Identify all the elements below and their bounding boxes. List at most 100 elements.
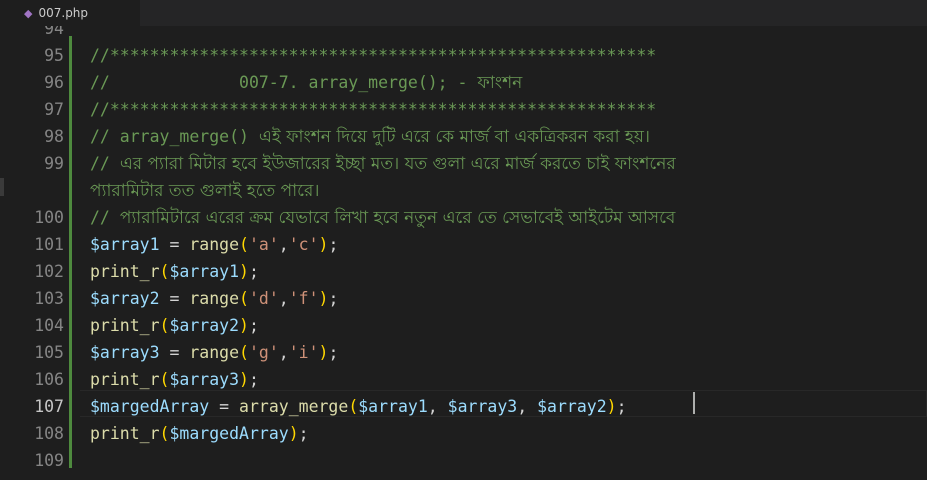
code-token: print_r	[90, 424, 160, 443]
code-line[interactable]: 103 $array2 = range('d','f');	[0, 285, 927, 312]
code-line[interactable]: 98 // array_merge() এই ফাংশন দিয়ে দুটি এ…	[0, 123, 927, 150]
code-token: range	[189, 235, 240, 254]
line-number: 95	[44, 46, 64, 65]
code-token: ;	[616, 397, 627, 416]
code-text: $array1 = range('a','c');	[90, 231, 338, 258]
code-line[interactable]: প্যারামিটার তত গুলাই হতে পারে।	[0, 177, 927, 204]
code-token: =	[209, 397, 240, 416]
code-line[interactable]: 110	[0, 474, 927, 480]
code-token: =	[159, 235, 190, 254]
code-token: range	[189, 343, 240, 362]
code-token: $array1	[90, 235, 160, 254]
code-token: $array3	[90, 343, 160, 362]
code-line[interactable]: 101 $array1 = range('a','c');	[0, 231, 927, 258]
code-token: 'g'	[248, 343, 279, 362]
code-line[interactable]: 96 // 007-7. array_merge(); - ফাংশন	[0, 69, 927, 96]
code-line[interactable]: 102 print_r($array1);	[0, 258, 927, 285]
code-token: ,	[278, 235, 289, 254]
line-number: 101	[34, 235, 64, 254]
tab-title: 007.php	[38, 6, 89, 20]
line-number: 108	[34, 424, 64, 443]
code-token: ;	[328, 289, 339, 308]
code-token: ;	[328, 235, 339, 254]
code-token: 'a'	[248, 235, 279, 254]
code-token: // 007-7. array_merge(); -	[90, 73, 478, 92]
line-number: 103	[34, 289, 64, 308]
line-number: 98	[44, 127, 64, 146]
code-token: =	[159, 289, 190, 308]
code-token: ;	[248, 262, 259, 281]
code-token: (	[159, 316, 170, 335]
code-token: print_r	[90, 370, 160, 389]
code-text: print_r($array3);	[90, 366, 259, 393]
code-token: )	[318, 289, 329, 308]
code-token: ,	[427, 397, 448, 416]
code-token: print_r	[90, 316, 160, 335]
code-line[interactable]: 104 print_r($array2);	[0, 312, 927, 339]
code-token: ,	[517, 397, 538, 416]
code-token: $array2	[537, 397, 607, 416]
code-token: $array3	[169, 370, 240, 389]
line-number: 105	[34, 343, 64, 362]
code-token: প্যারামিটার তত গুলাই হতে পারে।	[90, 181, 320, 201]
code-token: $array2	[90, 289, 160, 308]
code-line[interactable]: 106 print_r($array3);	[0, 366, 927, 393]
code-text: $margedArray = array_merge($array1, $arr…	[90, 393, 627, 420]
code-token: range	[189, 289, 240, 308]
code-token: print_r	[90, 262, 160, 281]
code-token: =	[159, 343, 190, 362]
line-number: 94	[44, 26, 64, 38]
code-token: 'c'	[288, 235, 319, 254]
code-token: )	[318, 235, 329, 254]
code-token: এর প্যারা মিটার হবে ইউজারের ইচ্ছা মত। যত…	[119, 154, 676, 174]
code-token: $margedArray	[169, 424, 289, 443]
code-token: $array1	[169, 262, 240, 281]
code-token: 'f'	[288, 289, 319, 308]
line-number: 107	[34, 397, 64, 416]
code-token: এই ফাংশন দিয়ে দুটি এরে কে মার্জ বা একত্…	[258, 127, 650, 147]
code-token: array_merge	[239, 397, 349, 416]
code-token: ফাংশন	[477, 73, 523, 93]
code-token: )	[318, 343, 329, 362]
code-token: ;	[248, 316, 259, 335]
code-text: // এর প্যারা মিটার হবে ইউজারের ইচ্ছা মত।…	[90, 150, 676, 178]
code-token: (	[159, 262, 170, 281]
code-token: )	[288, 424, 299, 443]
code-text: $array2 = range('d','f');	[90, 285, 338, 312]
code-token: (	[348, 397, 359, 416]
line-number: 96	[44, 73, 64, 92]
code-token: 'd'	[248, 289, 279, 308]
code-line[interactable]: 109	[0, 447, 927, 474]
line-number: 97	[44, 100, 64, 119]
code-token: ,	[278, 289, 289, 308]
code-token: //**************************************…	[90, 46, 657, 65]
code-token: )	[239, 316, 249, 335]
code-token: ;	[328, 343, 339, 362]
code-line[interactable]: 99 // এর প্যারা মিটার হবে ইউজারের ইচ্ছা ম…	[0, 150, 927, 177]
code-token: ;	[298, 424, 309, 443]
code-line[interactable]: 105 $array3 = range('g','i');	[0, 339, 927, 366]
code-token: )	[239, 370, 249, 389]
code-token: )	[239, 262, 249, 281]
php-elephant-icon: ◆	[24, 6, 33, 20]
line-number: 104	[34, 316, 64, 335]
code-line[interactable]: 95 //************************************…	[0, 42, 927, 69]
code-line[interactable]: 107 $margedArray = array_merge($array1, $…	[0, 393, 927, 420]
line-number: 100	[34, 208, 64, 227]
code-text: print_r($margedArray);	[90, 420, 309, 447]
code-line[interactable]: 100 // প্যারামিটারে এরের ক্রম যেভাবে লিখা…	[0, 204, 927, 231]
code-token: ;	[248, 370, 259, 389]
tab-bar: ◆ 007.php	[0, 0, 927, 26]
line-number: 106	[34, 370, 64, 389]
code-line[interactable]: 97 //************************************…	[0, 96, 927, 123]
code-line[interactable]: 94	[0, 26, 927, 42]
code-token: ,	[278, 343, 289, 362]
line-number: 110	[0, 474, 64, 480]
code-text: //**************************************…	[90, 96, 656, 123]
tab-007-php[interactable]: ◆ 007.php	[0, 0, 140, 26]
code-line[interactable]: 108 print_r($margedArray);	[0, 420, 927, 447]
code-token: // array_merge()	[90, 127, 259, 146]
line-number: 99	[44, 154, 64, 173]
code-editor[interactable]: 94 95 //**********************************…	[0, 26, 927, 480]
code-text: // array_merge() এই ফাংশন দিয়ে দুটি এরে…	[90, 123, 650, 151]
